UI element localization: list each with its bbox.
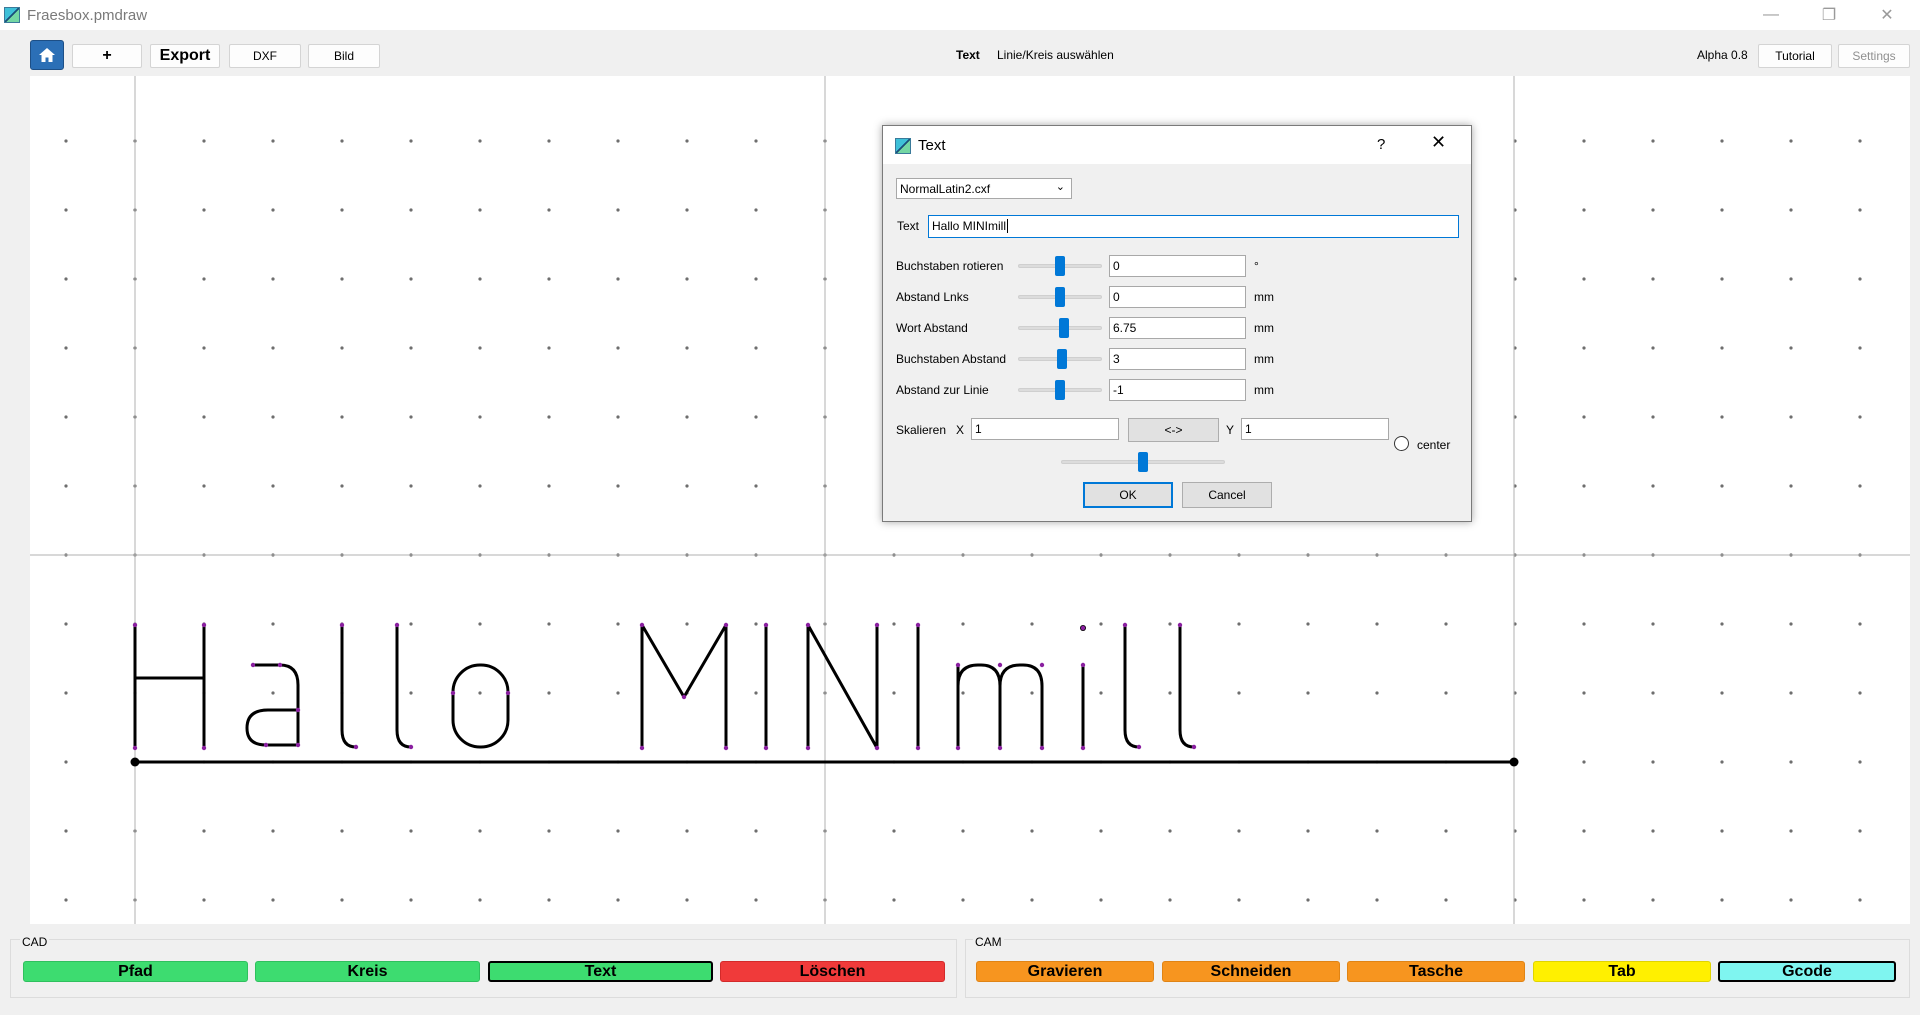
window-titlebar: Fraesbox.pmdraw — ❐ ✕ <box>0 0 1920 30</box>
tab-button[interactable]: Tab <box>1533 961 1711 982</box>
help-icon[interactable]: ? <box>1377 136 1385 153</box>
cam-group-title: CAM <box>973 935 1004 949</box>
param-unit: mm <box>1254 383 1274 397</box>
text-dialog: Text ? ✕ NormalLatin2.cxf ⌄ Text Hallo M… <box>882 125 1472 522</box>
param-slider-thumb[interactable] <box>1056 349 1067 369</box>
tasche-button[interactable]: Tasche <box>1347 961 1525 982</box>
param-unit: mm <box>1254 321 1274 335</box>
text-input-value: Hallo MINImill <box>932 219 1007 233</box>
center-radio[interactable] <box>1394 436 1409 451</box>
cancel-button[interactable]: Cancel <box>1182 482 1272 508</box>
dialog-close-icon[interactable]: ✕ <box>1431 132 1446 153</box>
settings-button[interactable]: Settings <box>1838 44 1910 68</box>
status-hint: Linie/Kreis auswählen <box>997 48 1114 62</box>
dialog-title: Text <box>918 137 946 154</box>
text-button[interactable]: Text <box>488 961 713 982</box>
font-select-value: NormalLatin2.cxf <box>900 182 991 196</box>
scale-label: Skalieren <box>896 423 947 437</box>
pfad-button[interactable]: Pfad <box>23 961 248 982</box>
ok-button[interactable]: OK <box>1083 482 1173 508</box>
dialog-app-icon <box>895 138 911 154</box>
loeschen-button[interactable]: Löschen <box>720 961 945 982</box>
param-input[interactable]: 0 <box>1109 286 1246 308</box>
status-mode: Text <box>956 48 980 62</box>
minimize-icon[interactable]: — <box>1748 0 1794 30</box>
restore-icon[interactable]: ❐ <box>1806 0 1852 30</box>
app-icon <box>4 7 20 23</box>
param-label: Buchstaben Abstand <box>896 352 1007 366</box>
export-button[interactable]: Export <box>150 44 220 68</box>
font-select[interactable]: NormalLatin2.cxf ⌄ <box>896 178 1072 199</box>
schneiden-button[interactable]: Schneiden <box>1162 961 1340 982</box>
home-button[interactable] <box>30 40 64 70</box>
param-unit: mm <box>1254 290 1274 304</box>
version-label: Alpha 0.8 <box>1697 48 1748 62</box>
scale-x-label: X <box>956 423 965 437</box>
dxf-button[interactable]: DXF <box>229 44 301 68</box>
gcode-button[interactable]: Gcode <box>1718 961 1896 982</box>
window-title: Fraesbox.pmdraw <box>27 7 148 24</box>
text-input[interactable]: Hallo MINImill <box>928 215 1459 238</box>
bild-button[interactable]: Bild <box>308 44 380 68</box>
param-input[interactable]: 6.75 <box>1109 317 1246 339</box>
scale-y-input[interactable]: 1 <box>1241 418 1389 440</box>
param-label: Buchstaben rotieren <box>896 259 1004 273</box>
param-slider-thumb[interactable] <box>1055 256 1065 276</box>
param-label: Wort Abstand <box>896 321 968 335</box>
tutorial-button[interactable]: Tutorial <box>1758 44 1832 68</box>
close-icon[interactable]: ✕ <box>1864 0 1910 30</box>
dialog-titlebar: Text ? ✕ <box>883 126 1471 164</box>
bottom-panel: CAD Pfad Kreis Text Löschen CAM Graviere… <box>0 924 1920 1015</box>
param-unit: ° <box>1254 259 1259 273</box>
param-slider-thumb[interactable] <box>1059 318 1070 338</box>
toolbar: + Export DXF Bild Text Linie/Kreis auswä… <box>0 30 1920 76</box>
param-input[interactable]: -1 <box>1109 379 1246 401</box>
param-input[interactable]: 0 <box>1109 255 1246 277</box>
scale-x-input[interactable]: 1 <box>971 418 1119 440</box>
center-label: center <box>1417 438 1451 452</box>
cad-group-title: CAD <box>20 935 50 949</box>
text-cursor <box>1007 219 1009 233</box>
param-input[interactable]: 3 <box>1109 348 1246 370</box>
gravieren-button[interactable]: Gravieren <box>976 961 1154 982</box>
param-slider-thumb[interactable] <box>1055 380 1065 400</box>
param-label: Abstand Lnks <box>896 290 969 304</box>
kreis-button[interactable]: Kreis <box>255 961 480 982</box>
swap-scale-button[interactable]: <-> <box>1128 418 1219 442</box>
chevron-down-icon: ⌄ <box>1055 181 1065 193</box>
param-unit: mm <box>1254 352 1274 366</box>
text-label: Text <box>897 219 920 233</box>
add-button[interactable]: + <box>72 44 142 68</box>
scale-y-label: Y <box>1226 423 1235 437</box>
param-label: Abstand zur Linie <box>896 383 989 397</box>
home-icon <box>39 48 55 62</box>
scale-slider-thumb[interactable] <box>1138 452 1148 472</box>
param-slider-thumb[interactable] <box>1055 287 1065 307</box>
